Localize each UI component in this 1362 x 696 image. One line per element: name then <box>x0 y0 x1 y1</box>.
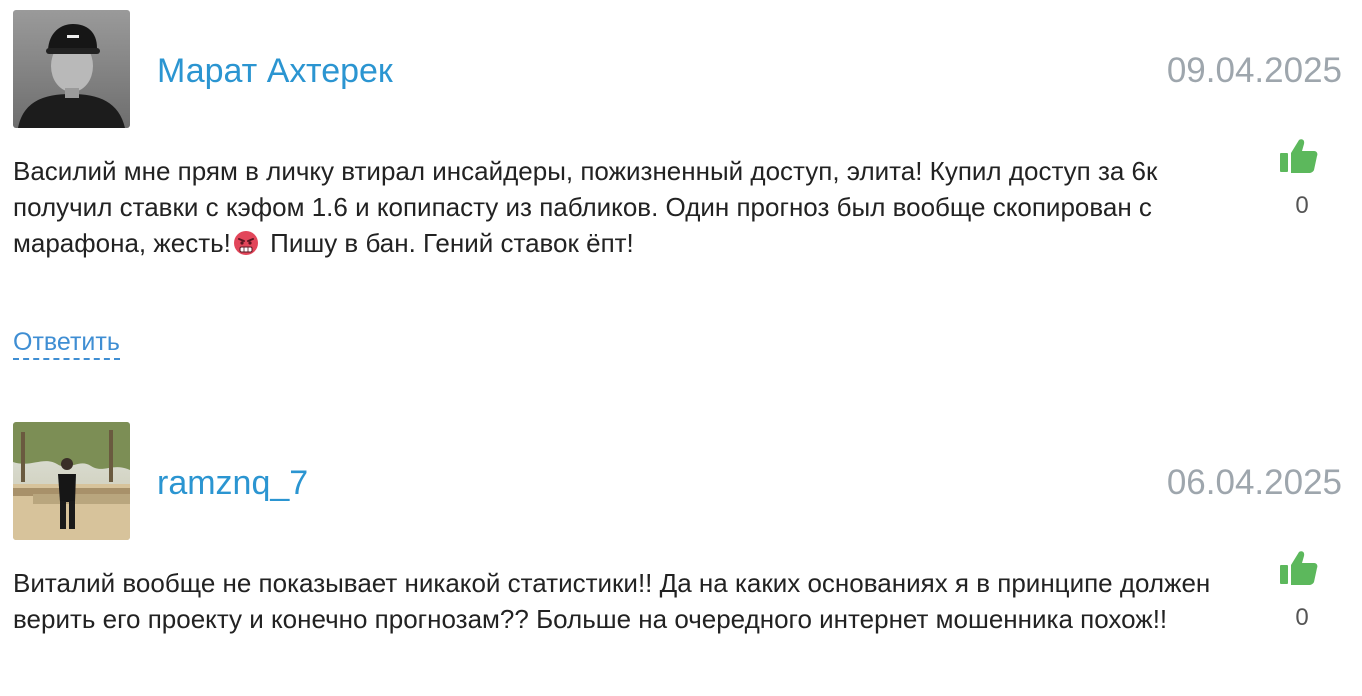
avatar[interactable] <box>13 10 130 128</box>
angry-face-icon <box>233 229 259 265</box>
comment-date: 06.04.2025 <box>1166 463 1342 502</box>
comment-text: Василий мне прям в личку втирал инсайдер… <box>13 153 1213 265</box>
like-count: 0 <box>1295 192 1309 219</box>
comment-text-part: Пишу в бан. Гений ставок ёпт! <box>270 228 634 258</box>
thumbs-up-icon[interactable] <box>1279 549 1319 587</box>
author-link[interactable]: ramznq_7 <box>157 463 308 503</box>
thumbs-up-icon[interactable] <box>1279 137 1319 175</box>
comment-date: 09.04.2025 <box>1166 51 1342 90</box>
like-count: 0 <box>1295 604 1309 631</box>
author-link[interactable]: Марат Ахтерек <box>157 51 393 91</box>
comment-text: Виталий вообще не показывает никакой ста… <box>13 568 1211 634</box>
avatar[interactable] <box>13 422 130 540</box>
reply-link[interactable]: Ответить <box>13 326 120 360</box>
